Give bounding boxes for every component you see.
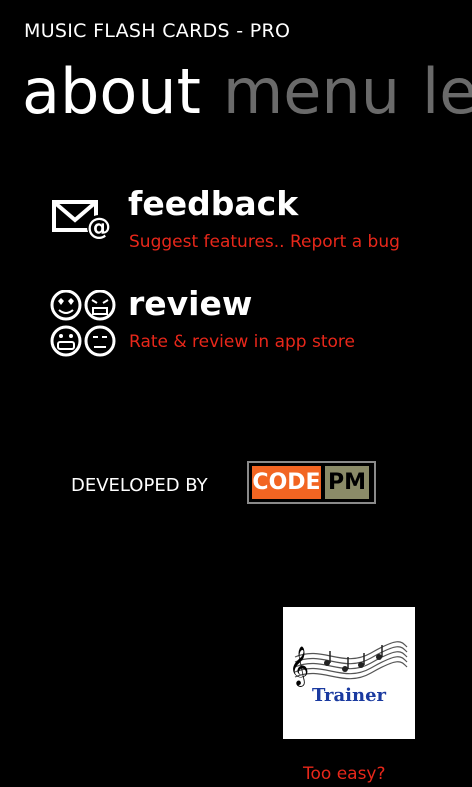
logo-code-text: CODE [252, 466, 321, 499]
feedback-subtitle: Suggest features.. Report a bug [129, 232, 400, 252]
trainer-app-promo[interactable]: 𝄞 Trainer [283, 607, 415, 739]
developed-by-label: DEVELOPED BY [71, 475, 208, 496]
emoji-faces-icon [50, 290, 116, 357]
pivot-header: about menu le [22, 52, 472, 132]
app-title: MUSIC FLASH CARDS - PRO [24, 20, 291, 42]
review-button[interactable]: review Rate & review in app store [48, 284, 448, 380]
trainer-logo-text: Trainer [312, 685, 387, 706]
developer-logo[interactable]: CODE PM [247, 461, 376, 504]
pivot-tab-next[interactable]: le [422, 55, 472, 128]
promo-caption[interactable]: Too easy? [303, 764, 386, 784]
treble-clef-icon: 𝄞 [289, 646, 309, 687]
feedback-button[interactable]: @ feedback Suggest features.. Report a b… [48, 184, 448, 280]
logo-pm-text: PM [325, 466, 369, 499]
trainer-logo-image: 𝄞 Trainer [289, 641, 408, 706]
feedback-title: feedback [128, 184, 299, 223]
pivot-tab-about[interactable]: about [22, 55, 201, 128]
mail-at-icon: @ [52, 200, 111, 241]
svg-text:@: @ [87, 213, 111, 241]
pivot-tab-menu[interactable]: menu [223, 55, 400, 128]
review-title: review [128, 284, 253, 323]
review-subtitle: Rate & review in app store [129, 332, 355, 352]
